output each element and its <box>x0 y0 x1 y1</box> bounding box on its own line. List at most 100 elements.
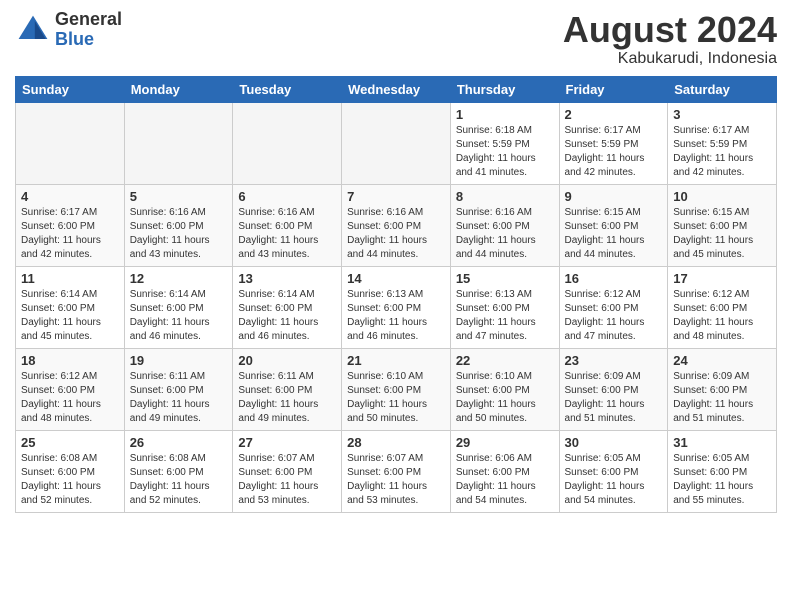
day-info: Sunrise: 6:13 AMSunset: 6:00 PMDaylight:… <box>347 288 445 344</box>
calendar-cell: 11 Sunrise: 6:14 AMSunset: 6:00 PMDayligh… <box>16 266 125 348</box>
day-info: Sunrise: 6:14 AMSunset: 6:00 PMDaylight:… <box>238 288 336 344</box>
calendar-cell <box>342 102 451 184</box>
calendar-cell: 20 Sunrise: 6:11 AMSunset: 6:00 PMDayligh… <box>233 348 342 430</box>
day-info: Sunrise: 6:09 AMSunset: 6:00 PMDaylight:… <box>673 370 771 426</box>
day-number: 21 <box>347 353 445 368</box>
calendar-cell: 25Sunrise: 6:08 AMSunset: 6:00 PMDayligh… <box>16 430 125 512</box>
header-cell-saturday: Saturday <box>668 76 777 102</box>
month-title: August 2024 <box>563 10 777 50</box>
calendar-cell: 26 Sunrise: 6:08 AMSunset: 6:00 PMDayligh… <box>124 430 233 512</box>
header-cell-friday: Friday <box>559 76 668 102</box>
day-number: 27 <box>238 435 336 450</box>
day-info: Sunrise: 6:12 AMSunset: 6:00 PMDaylight:… <box>673 288 771 344</box>
day-number: 16 <box>565 271 663 286</box>
page: General Blue August 2024 Kabukarudi, Ind… <box>0 0 792 528</box>
day-number: 31 <box>673 435 771 450</box>
logo-blue-text: Blue <box>55 30 122 50</box>
calendar-cell: 6 Sunrise: 6:16 AMSunset: 6:00 PMDaylight… <box>233 184 342 266</box>
week-row-3: 11 Sunrise: 6:14 AMSunset: 6:00 PMDayligh… <box>16 266 777 348</box>
day-info: Sunrise: 6:06 AMSunset: 6:00 PMDaylight:… <box>456 452 554 508</box>
day-info: Sunrise: 6:08 AMSunset: 6:00 PMDaylight:… <box>21 452 119 508</box>
calendar-cell: 9 Sunrise: 6:15 AMSunset: 6:00 PMDaylight… <box>559 184 668 266</box>
week-row-2: 4Sunrise: 6:17 AMSunset: 6:00 PMDaylight… <box>16 184 777 266</box>
day-info: Sunrise: 6:07 AMSunset: 6:00 PMDaylight:… <box>238 452 336 508</box>
calendar-cell: 23 Sunrise: 6:09 AMSunset: 6:00 PMDayligh… <box>559 348 668 430</box>
calendar-cell: 18 Sunrise: 6:12 AMSunset: 6:00 PMDayligh… <box>16 348 125 430</box>
calendar-cell: 24 Sunrise: 6:09 AMSunset: 6:00 PMDayligh… <box>668 348 777 430</box>
logo-icon <box>15 12 51 48</box>
day-info: Sunrise: 6:14 AMSunset: 6:00 PMDaylight:… <box>21 288 119 344</box>
day-info: Sunrise: 6:11 AMSunset: 6:00 PMDaylight:… <box>130 370 228 426</box>
logo: General Blue <box>15 10 122 50</box>
day-number: 20 <box>238 353 336 368</box>
day-number: 18 <box>21 353 119 368</box>
day-info: Sunrise: 6:16 AMSunset: 6:00 PMDaylight:… <box>130 206 228 262</box>
day-info: Sunrise: 6:10 AMSunset: 6:00 PMDaylight:… <box>347 370 445 426</box>
day-number: 11 <box>21 271 119 286</box>
day-info: Sunrise: 6:09 AMSunset: 6:00 PMDaylight:… <box>565 370 663 426</box>
calendar-cell: 8Sunrise: 6:16 AMSunset: 6:00 PMDaylight… <box>450 184 559 266</box>
header: General Blue August 2024 Kabukarudi, Ind… <box>15 10 777 68</box>
day-info: Sunrise: 6:05 AMSunset: 6:00 PMDaylight:… <box>673 452 771 508</box>
calendar-cell: 5 Sunrise: 6:16 AMSunset: 6:00 PMDaylight… <box>124 184 233 266</box>
calendar-cell: 14 Sunrise: 6:13 AMSunset: 6:00 PMDayligh… <box>342 266 451 348</box>
day-number: 23 <box>565 353 663 368</box>
calendar-cell: 31 Sunrise: 6:05 AMSunset: 6:00 PMDayligh… <box>668 430 777 512</box>
calendar-cell: 4Sunrise: 6:17 AMSunset: 6:00 PMDaylight… <box>16 184 125 266</box>
title-area: August 2024 Kabukarudi, Indonesia <box>563 10 777 68</box>
week-row-4: 18 Sunrise: 6:12 AMSunset: 6:00 PMDayligh… <box>16 348 777 430</box>
calendar-cell: 16Sunrise: 6:12 AMSunset: 6:00 PMDayligh… <box>559 266 668 348</box>
week-row-1: 1Sunrise: 6:18 AMSunset: 5:59 PMDaylight… <box>16 102 777 184</box>
day-number: 7 <box>347 189 445 204</box>
calendar-cell: 12Sunrise: 6:14 AMSunset: 6:00 PMDayligh… <box>124 266 233 348</box>
day-info: Sunrise: 6:16 AMSunset: 6:00 PMDaylight:… <box>347 206 445 262</box>
day-info: Sunrise: 6:05 AMSunset: 6:00 PMDaylight:… <box>565 452 663 508</box>
header-cell-monday: Monday <box>124 76 233 102</box>
calendar-cell: 15 Sunrise: 6:13 AMSunset: 6:00 PMDayligh… <box>450 266 559 348</box>
calendar-cell: 22Sunrise: 6:10 AMSunset: 6:00 PMDayligh… <box>450 348 559 430</box>
calendar-cell: 10 Sunrise: 6:15 AMSunset: 6:00 PMDayligh… <box>668 184 777 266</box>
day-info: Sunrise: 6:12 AMSunset: 6:00 PMDaylight:… <box>21 370 119 426</box>
day-number: 30 <box>565 435 663 450</box>
day-number: 6 <box>238 189 336 204</box>
header-cell-tuesday: Tuesday <box>233 76 342 102</box>
day-number: 1 <box>456 107 554 122</box>
day-info: Sunrise: 6:08 AMSunset: 6:00 PMDaylight:… <box>130 452 228 508</box>
day-number: 26 <box>130 435 228 450</box>
calendar-cell: 30 Sunrise: 6:05 AMSunset: 6:00 PMDayligh… <box>559 430 668 512</box>
day-number: 5 <box>130 189 228 204</box>
day-number: 4 <box>21 189 119 204</box>
calendar-cell <box>233 102 342 184</box>
calendar-cell: 3 Sunrise: 6:17 AMSunset: 5:59 PMDaylight… <box>668 102 777 184</box>
day-info: Sunrise: 6:11 AMSunset: 6:00 PMDaylight:… <box>238 370 336 426</box>
calendar-cell <box>124 102 233 184</box>
day-info: Sunrise: 6:17 AMSunset: 5:59 PMDaylight:… <box>565 124 663 180</box>
day-info: Sunrise: 6:14 AMSunset: 6:00 PMDaylight:… <box>130 288 228 344</box>
day-number: 24 <box>673 353 771 368</box>
week-row-5: 25Sunrise: 6:08 AMSunset: 6:00 PMDayligh… <box>16 430 777 512</box>
day-number: 22 <box>456 353 554 368</box>
calendar-cell: 21 Sunrise: 6:10 AMSunset: 6:00 PMDayligh… <box>342 348 451 430</box>
day-info: Sunrise: 6:17 AMSunset: 5:59 PMDaylight:… <box>673 124 771 180</box>
day-number: 10 <box>673 189 771 204</box>
day-info: Sunrise: 6:15 AMSunset: 6:00 PMDaylight:… <box>565 206 663 262</box>
day-number: 17 <box>673 271 771 286</box>
calendar-cell: 7 Sunrise: 6:16 AMSunset: 6:00 PMDaylight… <box>342 184 451 266</box>
calendar-cell: 17 Sunrise: 6:12 AMSunset: 6:00 PMDayligh… <box>668 266 777 348</box>
day-number: 3 <box>673 107 771 122</box>
calendar-cell: 29 Sunrise: 6:06 AMSunset: 6:00 PMDayligh… <box>450 430 559 512</box>
calendar-cell: 28Sunrise: 6:07 AMSunset: 6:00 PMDayligh… <box>342 430 451 512</box>
day-number: 15 <box>456 271 554 286</box>
day-info: Sunrise: 6:16 AMSunset: 6:00 PMDaylight:… <box>456 206 554 262</box>
day-number: 13 <box>238 271 336 286</box>
calendar-cell: 19Sunrise: 6:11 AMSunset: 6:00 PMDayligh… <box>124 348 233 430</box>
logo-general-text: General <box>55 10 122 30</box>
day-info: Sunrise: 6:13 AMSunset: 6:00 PMDaylight:… <box>456 288 554 344</box>
day-info: Sunrise: 6:15 AMSunset: 6:00 PMDaylight:… <box>673 206 771 262</box>
calendar-cell: 13 Sunrise: 6:14 AMSunset: 6:00 PMDayligh… <box>233 266 342 348</box>
header-cell-sunday: Sunday <box>16 76 125 102</box>
day-info: Sunrise: 6:16 AMSunset: 6:00 PMDaylight:… <box>238 206 336 262</box>
day-number: 14 <box>347 271 445 286</box>
day-number: 9 <box>565 189 663 204</box>
day-number: 29 <box>456 435 554 450</box>
